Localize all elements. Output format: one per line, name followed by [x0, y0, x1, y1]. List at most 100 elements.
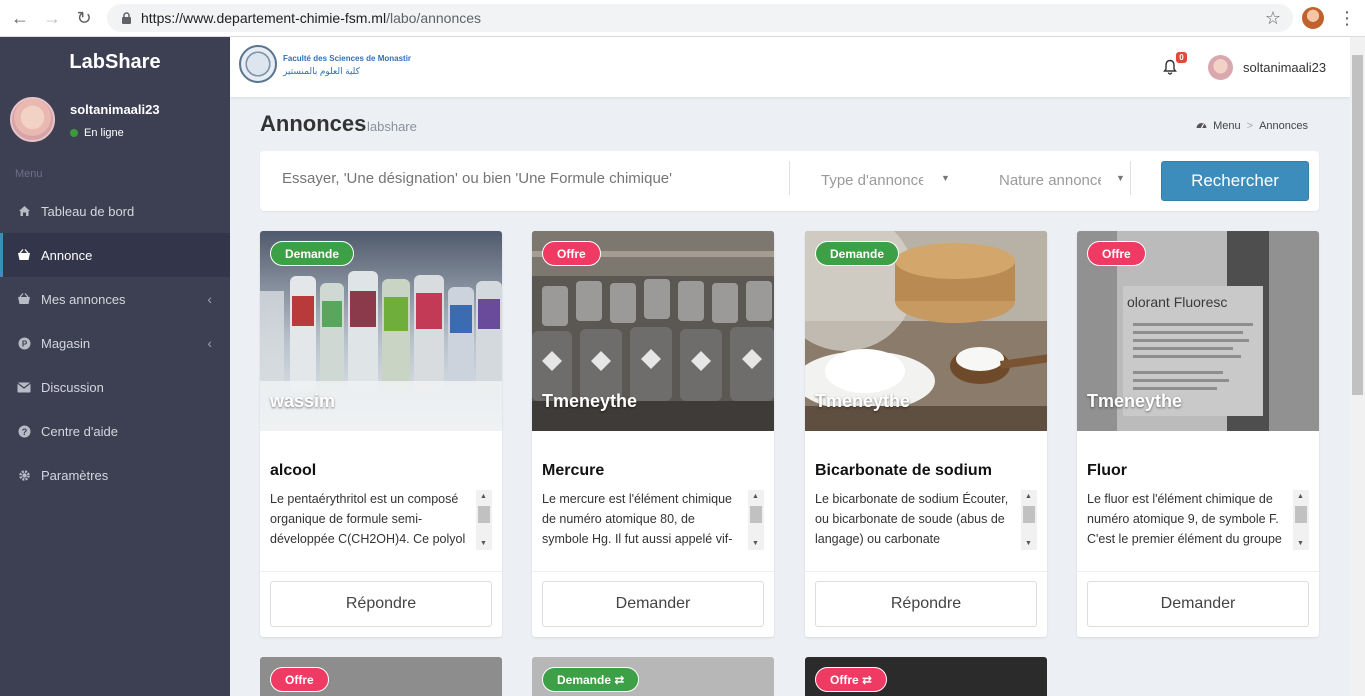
card-title[interactable]: Bicarbonate de sodium — [815, 462, 992, 480]
svg-text:P: P — [21, 339, 27, 348]
scrollbar-thumb[interactable] — [1295, 506, 1307, 523]
faculty-name-ar: كلية العلوم بالمنستير — [283, 66, 360, 76]
description-scrollbar[interactable]: ▲ ▼ — [748, 490, 764, 550]
sidebar-item-annonce[interactable]: Annonce — [0, 233, 230, 277]
offre-badge: Offre — [542, 241, 601, 266]
scrollbar-thumb[interactable] — [478, 506, 490, 523]
demander-button[interactable]: Demander — [542, 581, 764, 627]
scroll-up-icon[interactable]: ▲ — [1297, 493, 1304, 500]
card-description: Le mercure est l'élément chimique de num… — [542, 492, 733, 546]
scroll-down-icon[interactable]: ▼ — [1025, 540, 1032, 547]
description-scrollbar[interactable]: ▲ ▼ — [1293, 490, 1309, 550]
sidebar-item-mes-annonces[interactable]: Mes annonces ‹ — [0, 277, 230, 321]
sidebar-item-magasin[interactable]: P Magasin ‹ — [0, 321, 230, 365]
sidebar-item-label: Paramètres — [41, 467, 109, 483]
sidebar-item-discussion[interactable]: Discussion — [0, 365, 230, 409]
divider — [1077, 571, 1319, 572]
annonce-card[interactable]: Offre — [260, 657, 502, 696]
sidebar-item-label: Tableau de bord — [41, 203, 135, 219]
sidebar: LabShare soltanimaali23 En ligne Menu Ta… — [0, 37, 230, 696]
avatar[interactable] — [1208, 55, 1233, 80]
repondre-button[interactable]: Répondre — [270, 581, 492, 627]
sidebar-item-label: Discussion — [41, 379, 104, 395]
sidebar-user-name: soltanimaali23 — [70, 102, 160, 117]
back-arrow-icon[interactable]: ← — [8, 6, 32, 30]
card-image[interactable]: olorant Fluoresc Offre Tmeneythe — [1077, 231, 1319, 431]
gear-icon — [17, 468, 31, 482]
breadcrumb: Menu > Annonces — [1196, 119, 1308, 132]
scroll-up-icon[interactable]: ▲ — [752, 493, 759, 500]
card-author[interactable]: Tmeneythe — [815, 391, 910, 412]
top-navbar: Faculté des Sciences de Monastir كلية ال… — [230, 37, 1350, 97]
scrollbar-thumb[interactable] — [750, 506, 762, 523]
scroll-up-icon[interactable]: ▲ — [480, 493, 487, 500]
scroll-down-icon[interactable]: ▼ — [480, 540, 487, 547]
type-annonce-placeholder: Type d'annonce — [821, 171, 923, 189]
annonce-card: Demande wassim alcool Le pentaérythritol… — [260, 231, 502, 637]
dashboard-icon — [1196, 119, 1207, 132]
card-author[interactable]: Tmeneythe — [542, 391, 637, 412]
scroll-down-icon[interactable]: ▼ — [1297, 540, 1304, 547]
annonce-card[interactable]: Offre ⇄ — [805, 657, 1047, 696]
demande-badge: Demande ⇄ — [542, 667, 640, 692]
card-image[interactable]: Demande Tmeneythe — [805, 231, 1047, 431]
card-author[interactable]: wassim — [270, 391, 335, 412]
browser-profile-avatar[interactable] — [1302, 7, 1324, 29]
faculty-name-fr: Faculté des Sciences de Monastir — [283, 54, 412, 63]
divider — [532, 571, 774, 572]
scroll-up-icon[interactable]: ▲ — [1025, 493, 1032, 500]
breadcrumb-current: Annonces — [1259, 119, 1308, 132]
card-title[interactable]: Mercure — [542, 462, 604, 480]
annonce-card: Demande Tmeneythe Bicarbonate de sodium … — [805, 231, 1047, 637]
description-scrollbar[interactable]: ▲ ▼ — [1021, 490, 1037, 550]
browser-menu-icon[interactable]: ⋮ — [1338, 6, 1356, 30]
online-status: En ligne — [70, 127, 124, 139]
card-title[interactable]: Fluor — [1087, 462, 1127, 480]
scroll-down-icon[interactable]: ▼ — [752, 540, 759, 547]
page-title: Annonces — [260, 111, 367, 136]
sidebar-item-centre-aide[interactable]: ? Centre d'aide — [0, 409, 230, 453]
card-image[interactable]: Offre Tmeneythe — [532, 231, 774, 431]
card-title[interactable]: alcool — [270, 462, 316, 480]
sidebar-item-parametres[interactable]: Paramètres — [0, 453, 230, 497]
type-annonce-select[interactable]: Type d'annonce ▼ — [821, 169, 961, 191]
card-image[interactable]: Demande wassim — [260, 231, 502, 431]
search-button[interactable]: Rechercher — [1161, 161, 1309, 201]
bookmark-star-icon[interactable]: ☆ — [1265, 8, 1281, 29]
envelope-icon — [17, 380, 31, 394]
sidebar-item-label: Magasin — [41, 335, 91, 351]
nature-annonce-select[interactable]: Nature annonce ▼ — [999, 169, 1129, 191]
offre-badge: Offre — [270, 667, 329, 692]
divider — [260, 571, 502, 572]
breadcrumb-separator: > — [1246, 119, 1254, 132]
browser-toolbar: ← → ↻ https://www.departement-chimie-fsm… — [0, 0, 1365, 37]
demander-button[interactable]: Demander — [1087, 581, 1309, 627]
address-bar[interactable]: https://www.departement-chimie-fsm.ml/la… — [107, 4, 1293, 32]
breadcrumb-root[interactable]: Menu — [1213, 120, 1241, 132]
scrollbar-thumb[interactable] — [1352, 55, 1363, 395]
topbar-user-name[interactable]: soltanimaali23 — [1243, 60, 1326, 75]
parking-icon: P — [17, 336, 31, 350]
home-icon — [17, 204, 31, 218]
annonce-card[interactable]: Demande ⇄ — [532, 657, 774, 696]
chevron-left-icon: ‹ — [207, 291, 212, 307]
search-panel: Type d'annonce ▼ Nature annonce ▼ Recher… — [260, 151, 1319, 211]
basket-icon — [17, 248, 31, 262]
sidebar-item-tableau-de-bord[interactable]: Tableau de bord — [0, 189, 230, 233]
description-scrollbar[interactable]: ▲ ▼ — [476, 490, 492, 550]
menu-header: Menu — [15, 168, 43, 180]
card-description: Le pentaérythritol est un composé organi… — [270, 492, 466, 546]
reload-icon[interactable]: ↻ — [72, 6, 96, 30]
annonce-card: Offre Tmeneythe Mercure Le mercure est l… — [532, 231, 774, 637]
faculty-seal-logo[interactable] — [239, 45, 277, 83]
scrollbar-thumb[interactable] — [1023, 506, 1035, 523]
repondre-button[interactable]: Répondre — [815, 581, 1037, 627]
sidebar-item-label: Centre d'aide — [41, 423, 118, 439]
caret-down-icon: ▼ — [941, 173, 950, 183]
card-author[interactable]: Tmeneythe — [1087, 391, 1182, 412]
question-icon: ? — [17, 424, 31, 438]
search-input[interactable] — [282, 170, 782, 187]
page-scrollbar[interactable] — [1350, 37, 1365, 696]
brand-logo[interactable]: LabShare — [0, 37, 230, 87]
forward-arrow-icon[interactable]: → — [40, 6, 64, 30]
